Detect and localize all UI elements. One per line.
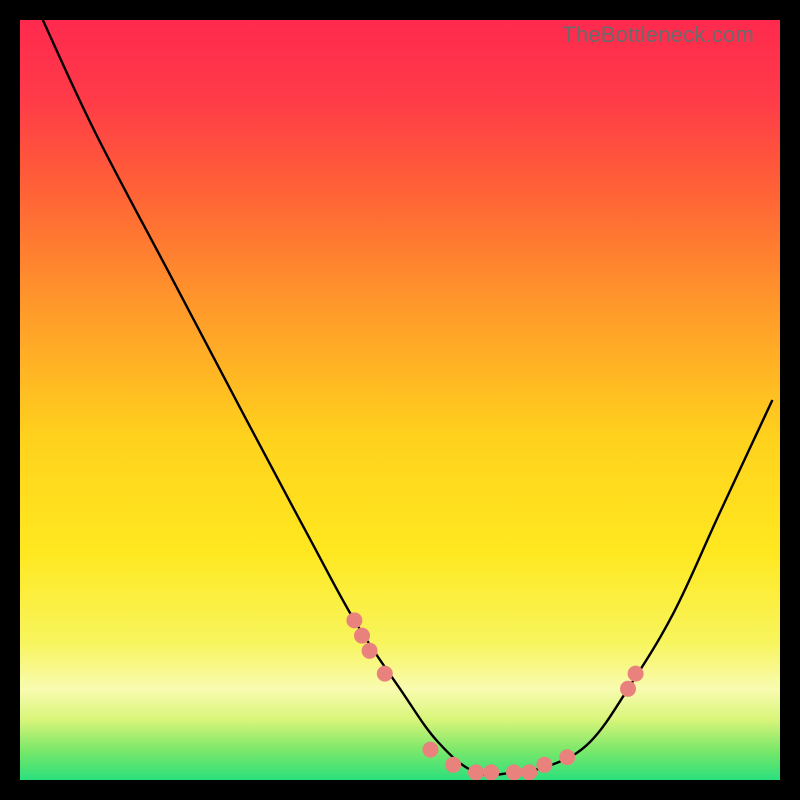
data-point-dot [628,666,644,682]
data-point-dot [346,612,362,628]
data-point-dot [536,757,552,773]
plot-area [20,20,780,780]
watermark-text: TheBottleneck.com [562,22,754,48]
data-point-dot [362,643,378,659]
chart-frame: TheBottleneck.com [20,20,780,780]
data-point-dot [559,749,575,765]
data-point-dot [483,764,499,780]
bottleneck-curve [20,20,780,780]
data-point-dot [506,764,522,780]
data-point-dot [468,764,484,780]
data-point-dot [422,742,438,758]
data-point-dot [521,764,537,780]
data-point-dot [377,666,393,682]
data-point-dot [620,681,636,697]
data-point-dot [445,757,461,773]
data-point-dot [354,628,370,644]
